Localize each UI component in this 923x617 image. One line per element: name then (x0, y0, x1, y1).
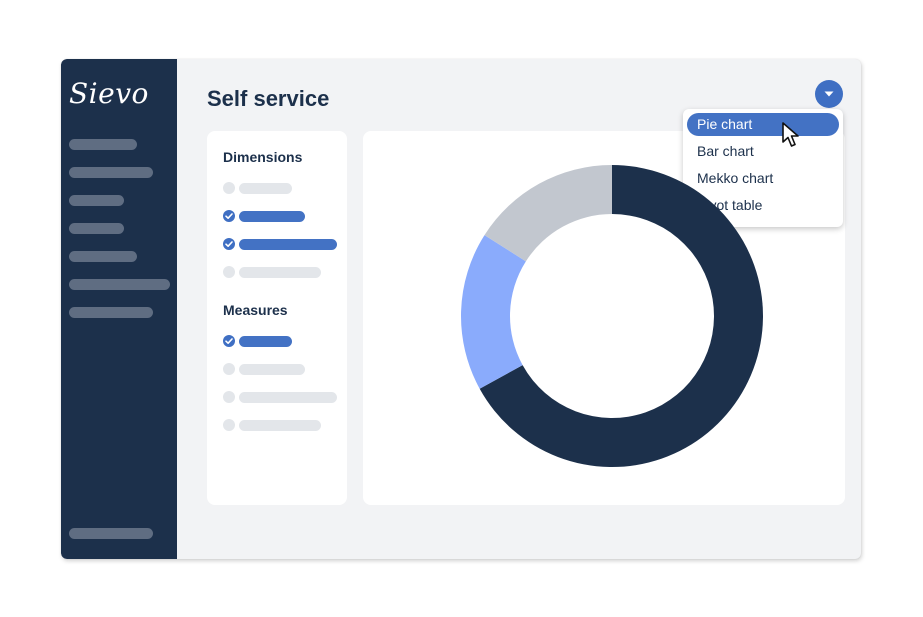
measures-heading: Measures (223, 302, 288, 318)
check-icon (225, 338, 233, 344)
option-label-placeholder (239, 420, 321, 431)
sidebar-nav-item[interactable] (69, 223, 124, 234)
check-icon (225, 213, 233, 219)
donut-chart (461, 165, 763, 467)
checkbox[interactable] (223, 266, 235, 278)
checkbox-checked[interactable] (223, 210, 235, 222)
checkbox-checked[interactable] (223, 238, 235, 250)
donut-slice[interactable] (461, 235, 526, 389)
menu-item-bar-chart[interactable]: Bar chart (687, 140, 839, 163)
sidebar-nav-item[interactable] (69, 167, 153, 178)
menu-item-pie-chart[interactable]: Pie chart (687, 113, 839, 136)
checkbox-checked[interactable] (223, 335, 235, 347)
option-label-placeholder (239, 336, 292, 347)
dimensions-heading: Dimensions (223, 149, 303, 165)
sidebar-nav-item[interactable] (69, 279, 170, 290)
checkbox[interactable] (223, 419, 235, 431)
sidebar-nav-item[interactable] (69, 251, 137, 262)
mouse-pointer-icon (782, 122, 799, 147)
option-label-placeholder (239, 267, 321, 278)
sievo-logo[interactable]: Sievo (69, 77, 149, 110)
page-title: Self service (207, 86, 330, 111)
sidebar-nav-item[interactable] (69, 195, 124, 206)
checkbox[interactable] (223, 182, 235, 194)
checkbox[interactable] (223, 363, 235, 375)
option-label-placeholder (239, 392, 337, 403)
option-label-placeholder (239, 239, 337, 250)
caret-down-icon (824, 91, 834, 97)
sidebar-nav-item[interactable] (69, 139, 137, 150)
option-label-placeholder (239, 364, 305, 375)
sidebar-nav-item[interactable] (69, 307, 153, 318)
sidebar: Sievo (61, 59, 177, 559)
option-label-placeholder (239, 183, 292, 194)
check-icon (225, 241, 233, 247)
donut-slice[interactable] (484, 165, 612, 262)
checkbox[interactable] (223, 391, 235, 403)
sidebar-footer-item[interactable] (69, 528, 153, 539)
option-label-placeholder (239, 211, 305, 222)
chart-type-dropdown-button[interactable] (815, 80, 843, 108)
field-selector-panel: Dimensions Measures (207, 131, 347, 505)
